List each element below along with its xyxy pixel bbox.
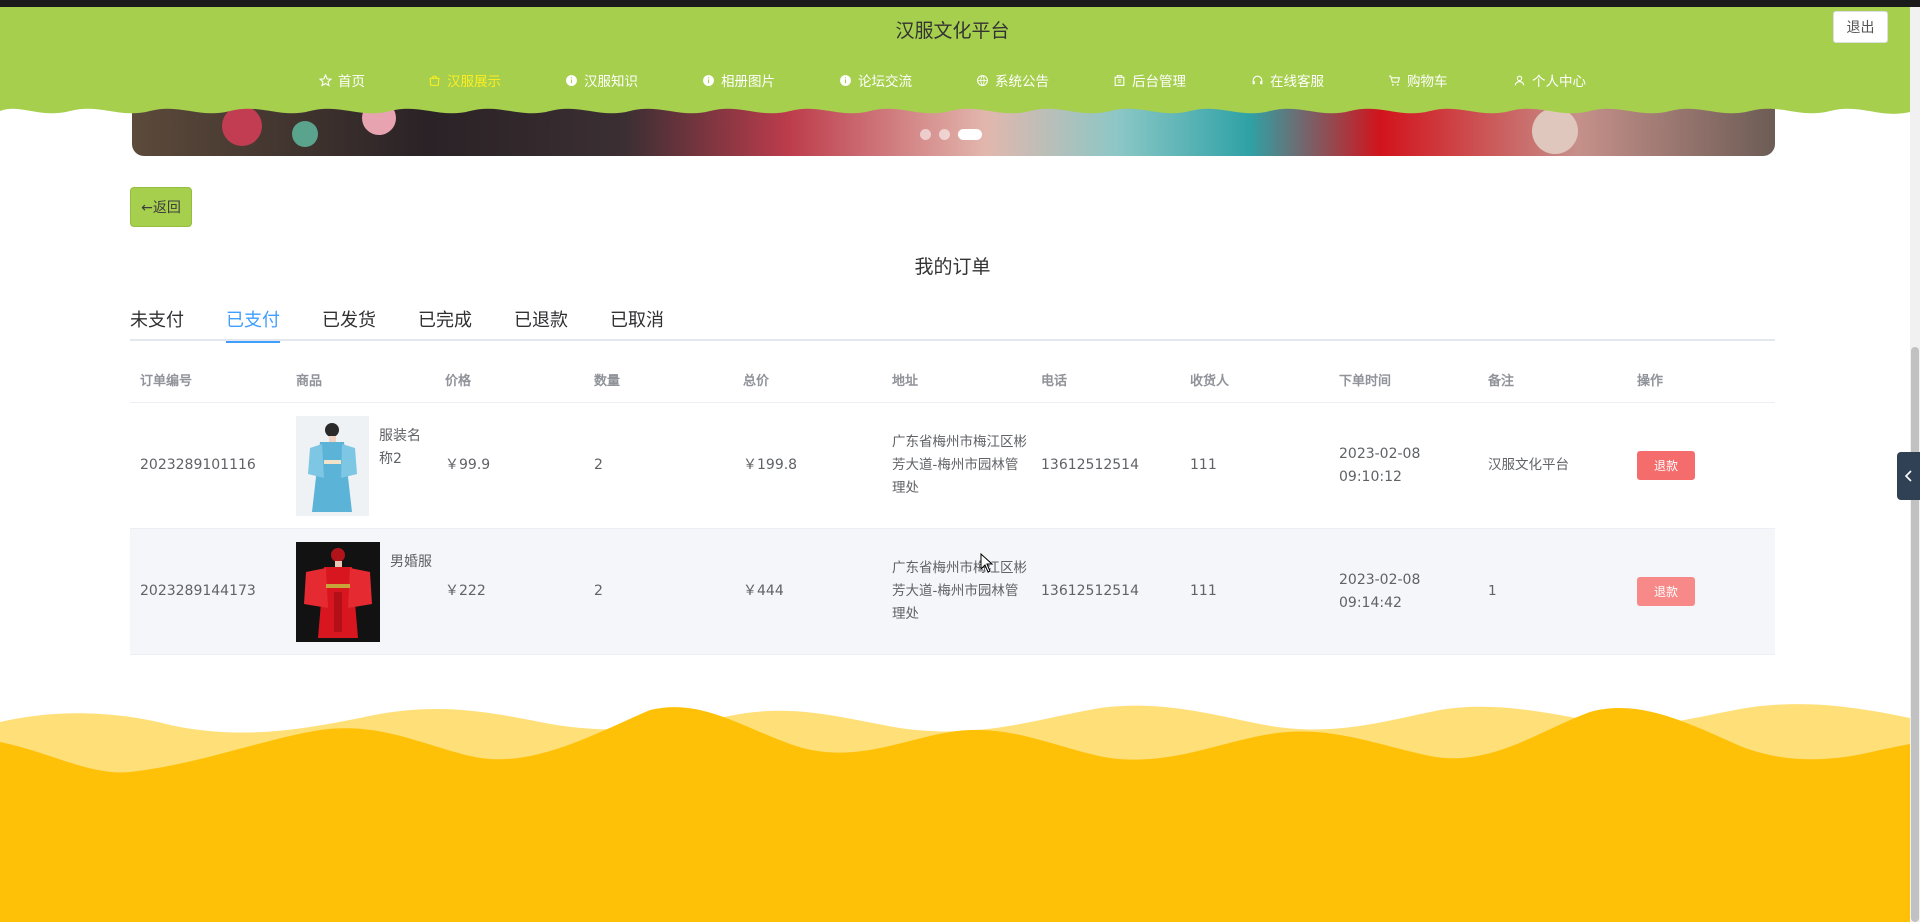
nav-item-forum[interactable]: 论坛交流 — [838, 62, 975, 98]
column-header: 总价 — [743, 373, 770, 389]
column-header: 下单时间 — [1339, 373, 1392, 389]
total-price: ￥444 — [743, 583, 784, 599]
address: 广东省梅州市梅江区彬芳大道-梅州市园林管理处 — [892, 560, 1027, 622]
order-time: 2023-02-08 09:10:12 — [1339, 445, 1421, 485]
user-icon — [1512, 73, 1526, 87]
order-number: 2023289144173 — [140, 583, 256, 599]
price: ￥222 — [445, 583, 486, 599]
table-row: 2023289101116 服装名称2 ￥99.9 2 ￥199.8 广东省梅州… — [130, 403, 1775, 529]
product-name: 男婚服 — [390, 553, 432, 570]
nav-item-announcements[interactable]: 系统公告 — [975, 62, 1112, 98]
order-status-tabs: 未支付 已支付 已发货 已完成 已退款 已取消 — [130, 306, 1775, 343]
info-icon — [564, 73, 578, 87]
column-header: 地址 — [892, 373, 919, 389]
cart-icon — [1387, 73, 1401, 87]
side-panel-toggle[interactable] — [1897, 452, 1920, 500]
address: 广东省梅州市梅江区彬芳大道-梅州市园林管理处 — [892, 434, 1027, 496]
tab-shipped[interactable]: 已发货 — [322, 306, 376, 341]
nav-item-cart[interactable]: 购物车 — [1387, 62, 1512, 98]
goods-cell: 男婚服 — [286, 541, 435, 642]
order-number: 2023289101116 — [140, 457, 256, 473]
nav-item-profile[interactable]: 个人中心 — [1512, 62, 1622, 98]
tab-paid[interactable]: 已支付 — [226, 306, 280, 343]
product-thumbnail[interactable] — [296, 541, 380, 642]
nav-item-hanfu-knowledge[interactable]: 汉服知识 — [564, 62, 701, 98]
tab-completed[interactable]: 已完成 — [418, 306, 472, 341]
remark: 汉服文化平台 — [1488, 457, 1569, 473]
info-icon — [701, 73, 715, 87]
site-header: 汉服文化平台 退出 首页 汉服展示 汉服知识 相册图片 论坛交流 系统公告 后台… — [0, 7, 1910, 127]
order-time: 2023-02-08 09:14:42 — [1339, 571, 1421, 611]
actions-cell: 退款 — [1627, 577, 1775, 606]
refund-button[interactable]: 退款 — [1637, 451, 1695, 480]
window-top-strip — [0, 0, 1920, 7]
nav-item-album[interactable]: 相册图片 — [701, 62, 838, 98]
footer-wave-decoration — [0, 704, 1910, 922]
phone: 13612512514 — [1041, 583, 1139, 599]
tab-unpaid[interactable]: 未支付 — [130, 306, 184, 341]
price: ￥99.9 — [445, 457, 491, 473]
info-icon — [838, 73, 852, 87]
product-thumbnail[interactable] — [296, 415, 369, 516]
goods-cell: 服装名称2 — [286, 415, 435, 516]
site-title: 汉服文化平台 — [895, 20, 1010, 42]
nav-item-admin[interactable]: 后台管理 — [1112, 62, 1250, 98]
column-header: 操作 — [1637, 373, 1664, 389]
headset-icon — [1250, 73, 1264, 87]
refund-button[interactable]: 退款 — [1637, 577, 1695, 606]
nav-item-home[interactable]: 首页 — [318, 62, 427, 98]
carousel-dot[interactable] — [939, 129, 950, 140]
remark: 1 — [1488, 583, 1497, 599]
carousel-dot-active[interactable] — [958, 129, 982, 140]
tab-refunded[interactable]: 已退款 — [514, 306, 568, 341]
building-icon — [1112, 73, 1126, 87]
column-header: 备注 — [1488, 373, 1515, 389]
column-header: 数量 — [594, 373, 621, 389]
bag-icon — [427, 73, 441, 87]
carousel-dot[interactable] — [920, 129, 931, 140]
logout-button[interactable]: 退出 — [1833, 11, 1888, 43]
column-header: 价格 — [445, 373, 472, 389]
nav-item-hanfu-display[interactable]: 汉服展示 — [427, 62, 564, 98]
column-header: 收货人 — [1190, 373, 1230, 389]
carousel-indicators — [920, 129, 982, 140]
chevron-left-icon — [1904, 467, 1914, 486]
back-button[interactable]: ←返回 — [130, 187, 192, 227]
receiver: 111 — [1190, 583, 1217, 599]
tab-cancelled[interactable]: 已取消 — [610, 306, 664, 341]
page-title: 我的订单 — [914, 256, 991, 278]
scrollbar-thumb[interactable] — [1911, 347, 1919, 922]
quantity: 2 — [594, 583, 603, 599]
product-name: 服装名称2 — [379, 427, 421, 467]
globe-icon — [975, 73, 989, 87]
orders-table: 订单编号 商品 价格 数量 总价 地址 电话 收货人 下单时间 备注 操作 20… — [130, 356, 1775, 655]
phone: 13612512514 — [1041, 457, 1139, 473]
main-nav: 首页 汉服展示 汉服知识 相册图片 论坛交流 系统公告 后台管理 在线客服 购物… — [318, 62, 1622, 98]
star-icon — [318, 73, 332, 87]
nav-item-customer-service[interactable]: 在线客服 — [1250, 62, 1387, 98]
product-image-red-wedding-robe — [296, 541, 380, 642]
table-row: 2023289144173 男婚服 ￥222 2 ￥444 广东省梅州市梅江区彬… — [130, 529, 1775, 655]
mouse-cursor-icon — [980, 553, 994, 573]
column-header: 商品 — [296, 373, 323, 389]
column-header: 电话 — [1041, 373, 1068, 389]
actions-cell: 退款 — [1627, 451, 1775, 480]
product-image-blue-hanfu — [296, 415, 369, 516]
table-header: 订单编号 商品 价格 数量 总价 地址 电话 收货人 下单时间 备注 操作 — [130, 356, 1775, 403]
quantity: 2 — [594, 457, 603, 473]
column-header: 订单编号 — [140, 373, 193, 389]
receiver: 111 — [1190, 457, 1217, 473]
total-price: ￥199.8 — [743, 457, 798, 473]
